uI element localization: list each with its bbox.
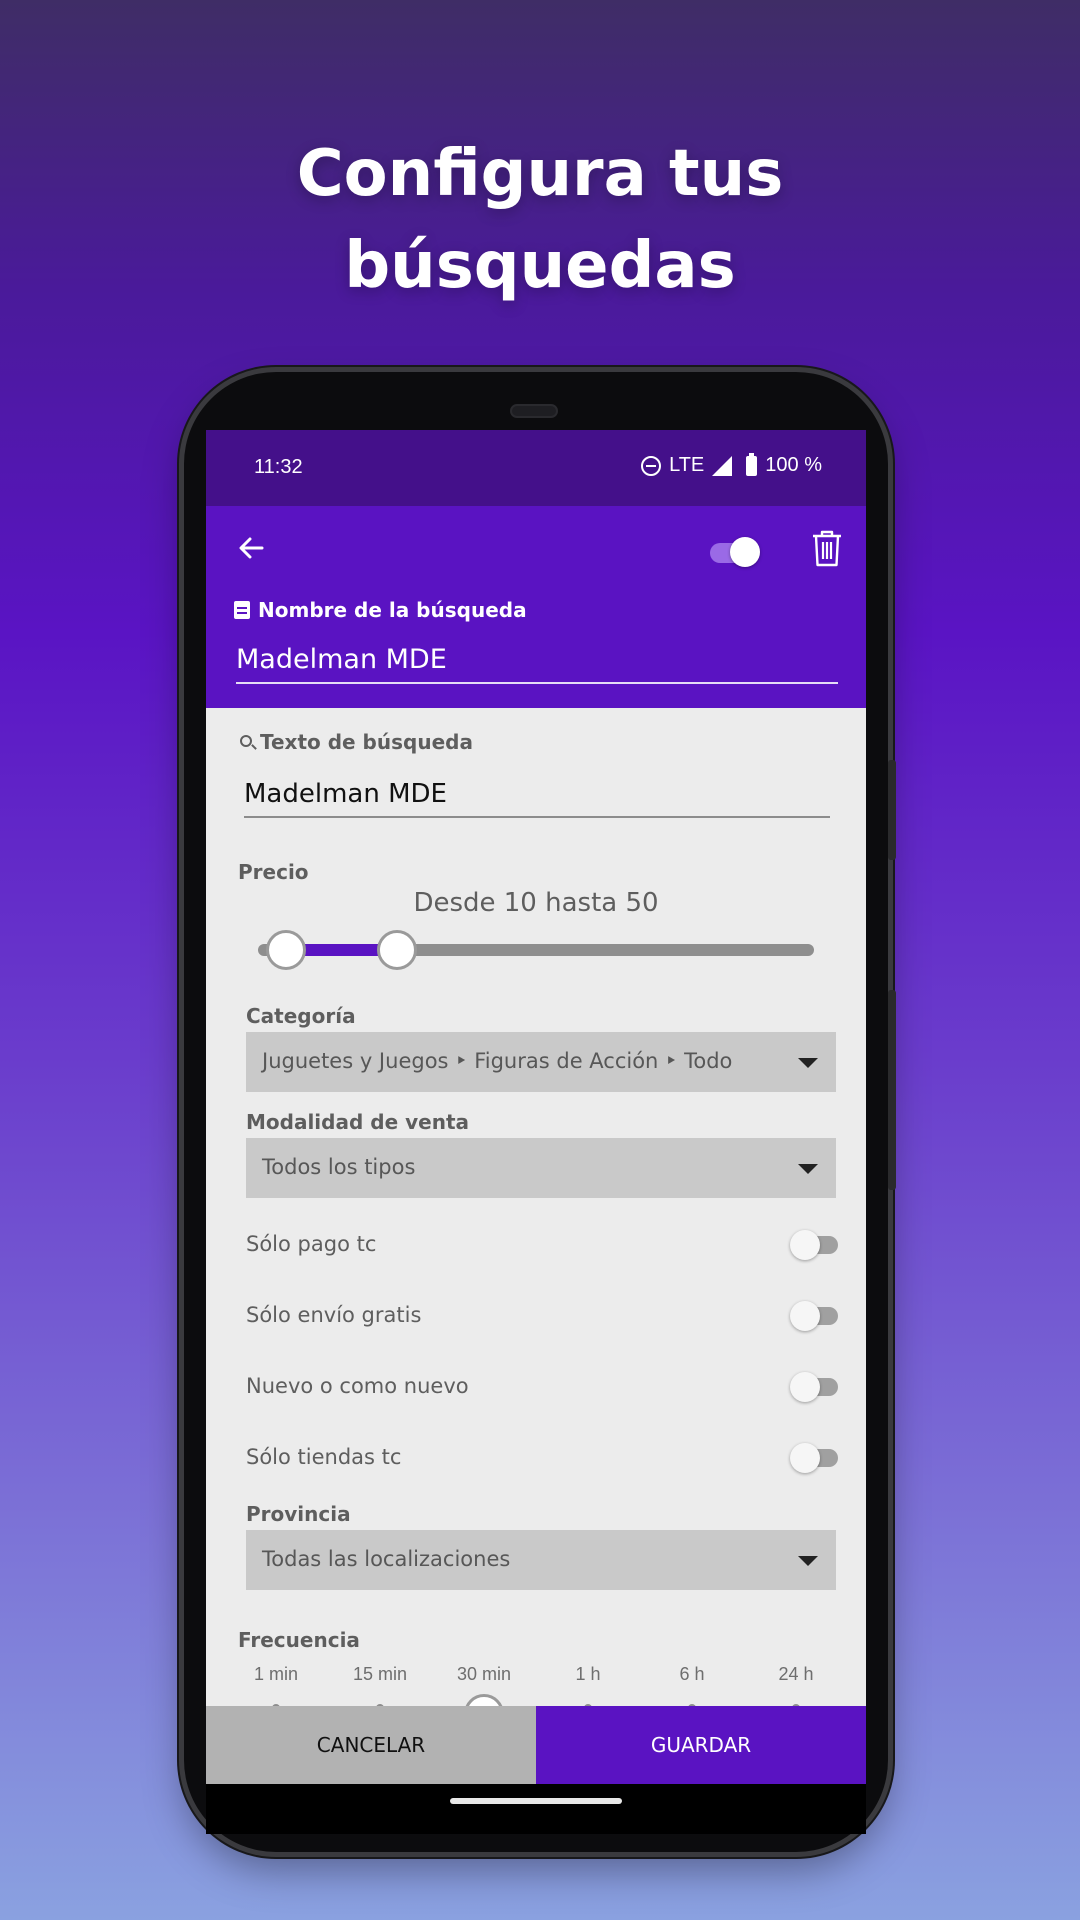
- headline-line-1: Configura tus: [296, 137, 784, 211]
- signal-icon: [712, 455, 733, 476]
- headline: Configura tus búsquedas: [0, 128, 1080, 312]
- dropdown-caret-icon: [798, 1556, 818, 1566]
- price-max-thumb[interactable]: [377, 930, 417, 970]
- search-name-label-text: Nombre de la búsqueda: [258, 598, 527, 622]
- switch-toggle-pago-tc[interactable]: [790, 1228, 846, 1260]
- category-label: Categoría: [246, 1004, 356, 1028]
- frequency-option[interactable]: 15 min: [330, 1664, 430, 1685]
- province-label: Provincia: [246, 1502, 351, 1526]
- phone-speaker: [510, 404, 558, 418]
- status-icons: LTE 100 %: [641, 452, 822, 477]
- switch-toggle-tiendas-tc[interactable]: [790, 1441, 846, 1473]
- switch-toggle-nuevo[interactable]: [790, 1370, 846, 1402]
- frequency-option[interactable]: 24 h: [746, 1664, 846, 1685]
- province-value: Todas las localizaciones: [262, 1547, 511, 1571]
- phone-screen: 11:32 LTE 100 % Nombre de la búsqueda Te…: [206, 430, 866, 1784]
- trash-icon[interactable]: [810, 528, 844, 568]
- frequency-option[interactable]: 1 min: [226, 1664, 326, 1685]
- dnd-icon: [641, 455, 662, 476]
- switch-row-nuevo: Nuevo o como nuevo: [246, 1364, 838, 1408]
- headline-line-2: búsquedas: [344, 229, 736, 303]
- status-time: 11:32: [254, 456, 303, 478]
- battery-icon: [746, 452, 758, 476]
- sale-mode-value: Todos los tipos: [262, 1155, 416, 1179]
- switch-row-tiendas-tc: Sólo tiendas tc: [246, 1435, 838, 1479]
- system-nav-bar: [206, 1784, 866, 1834]
- switch-label: Sólo tiendas tc: [246, 1445, 402, 1469]
- switch-row-envio-gratis: Sólo envío gratis: [246, 1293, 838, 1337]
- dropdown-caret-icon: [798, 1164, 818, 1174]
- back-arrow-icon[interactable]: [232, 528, 272, 568]
- toggle-knob: [730, 537, 760, 567]
- price-min-thumb[interactable]: [265, 930, 306, 970]
- switch-label: Sólo pago tc: [246, 1232, 377, 1256]
- frequency-option[interactable]: 6 h: [642, 1664, 742, 1685]
- switch-toggle-envio-gratis[interactable]: [790, 1299, 846, 1331]
- home-indicator[interactable]: [450, 1798, 622, 1804]
- search-text-label-text: Texto de búsqueda: [260, 730, 473, 754]
- save-button[interactable]: GUARDAR: [536, 1706, 866, 1784]
- bottom-action-bar: CANCELAR GUARDAR: [206, 1706, 866, 1784]
- frequency-option[interactable]: 30 min: [434, 1664, 534, 1685]
- sale-mode-label: Modalidad de venta: [246, 1110, 469, 1134]
- search-text-input[interactable]: [244, 772, 830, 818]
- search-name-input[interactable]: [236, 636, 838, 684]
- price-range-text: Desde 10 hasta 50: [413, 888, 659, 918]
- app-bar: Nombre de la búsqueda: [206, 506, 866, 708]
- province-select[interactable]: Todas las localizaciones: [246, 1530, 836, 1590]
- switch-label: Nuevo o como nuevo: [246, 1374, 469, 1398]
- network-label: LTE: [669, 454, 705, 476]
- frequency-option[interactable]: 1 h: [538, 1664, 638, 1685]
- search-text-label: Texto de búsqueda: [240, 730, 473, 754]
- switch-label: Sólo envío gratis: [246, 1303, 422, 1327]
- cancel-button[interactable]: CANCELAR: [206, 1706, 536, 1784]
- search-enabled-toggle[interactable]: [708, 536, 760, 567]
- phone-power-button: [888, 990, 896, 1190]
- category-select[interactable]: Juguetes y Juegos ‣ Figuras de Acción ‣ …: [246, 1032, 836, 1092]
- category-value: Juguetes y Juegos ‣ Figuras de Acción ‣ …: [262, 1049, 733, 1073]
- battery-level: 100 %: [765, 454, 822, 476]
- frequency-label: Frecuencia: [238, 1628, 360, 1652]
- phone-volume-button: [888, 760, 896, 860]
- status-bar: 11:32 LTE 100 %: [206, 430, 866, 506]
- search-icon: [240, 735, 252, 747]
- switch-row-pago-tc: Sólo pago tc: [246, 1222, 838, 1266]
- price-label: Precio: [238, 860, 309, 884]
- search-name-label: Nombre de la búsqueda: [234, 598, 527, 622]
- dropdown-caret-icon: [798, 1058, 818, 1068]
- sale-mode-select[interactable]: Todos los tipos: [246, 1138, 836, 1198]
- document-icon: [234, 601, 250, 619]
